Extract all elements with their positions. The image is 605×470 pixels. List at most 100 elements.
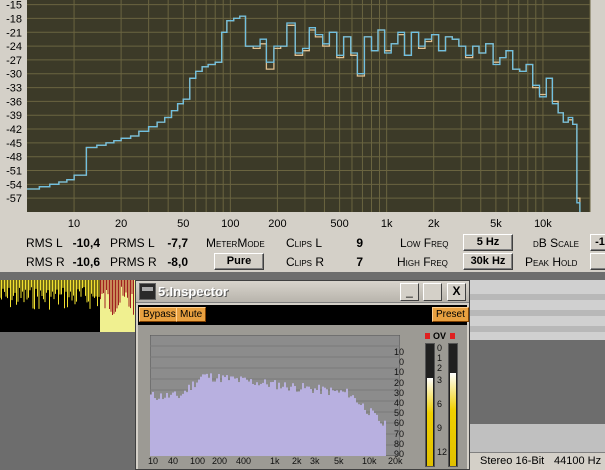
inspector-db-tick: 10: [393, 367, 404, 378]
db-tick-label: -45: [6, 138, 22, 150]
inspector-db-tick: 80: [393, 438, 404, 449]
meter-mode-button[interactable]: Pure: [214, 253, 264, 270]
freq-tick-label: 2k: [428, 218, 440, 230]
level-meter-fill: [450, 373, 456, 466]
rms-l-label: RMS L: [26, 236, 63, 250]
rms-r-value: -10,6: [72, 255, 100, 269]
level-meter-tick: 3: [437, 375, 443, 385]
clips-r-value: 7: [356, 255, 363, 269]
inspector-db-tick: 0: [398, 357, 404, 368]
status-rate: 44100 Hz: [554, 455, 602, 467]
inspector-freq-axis: 10 40 100 200 400 1k 2k 3k 5k 10k 20k: [146, 456, 406, 468]
track-row: [470, 310, 605, 316]
db-tick-label: -57: [6, 193, 22, 205]
daw-window: -15 -18 -21 -24 -27 -30 -33 -36 -39 -42 -45 -48 -51-…: [0, 0, 605, 470]
db-tick-label: -39: [6, 110, 22, 122]
inspector-freq-tick: 1k: [270, 456, 280, 466]
rms-l-value: -10,4: [72, 236, 100, 250]
db-tick-label: -51: [6, 166, 22, 178]
inspector-db-tick: 90: [393, 449, 404, 459]
level-meter-tick: 0: [437, 343, 443, 353]
freq-tick-label: 1k: [381, 218, 393, 230]
inspector-db-tick: 50: [393, 408, 404, 419]
inspector-freq-tick: 5k: [334, 456, 344, 466]
close-button[interactable]: X: [447, 283, 466, 301]
db-tick-label: -54: [6, 179, 22, 191]
track-row: [470, 326, 605, 332]
preset-button[interactable]: Preset: [432, 307, 469, 322]
inspector-freq-tick: 10k: [362, 456, 377, 466]
inspector-freq-tick: 2k: [292, 456, 302, 466]
freq-tick-label: 20: [115, 218, 127, 230]
maximize-button[interactable]: [423, 283, 442, 301]
freq-tick-label: 10: [68, 218, 80, 230]
peak-hold-button[interactable]: [590, 253, 605, 270]
freq-tick-label: 50: [177, 218, 189, 230]
inspector-title: 5:Inspector: [158, 284, 229, 299]
db-tick-label: -42: [6, 124, 22, 136]
mute-button[interactable]: Mute: [176, 307, 207, 322]
high-freq-button[interactable]: 30k Hz: [463, 253, 513, 270]
freq-tick-label: 100: [221, 218, 239, 230]
inspector-window: 5:Inspector _ X Bypass Mute Preset 10 40 1…: [135, 280, 470, 470]
low-freq-label: Low Freq: [400, 236, 449, 250]
analyzer-controls: RMS L -10,4 RMS R -10,6 PRMS L -7,7 PRMS…: [0, 232, 605, 272]
inspector-toolbar: Bypass Mute Preset: [138, 305, 469, 325]
db-tick-label: -15: [6, 0, 22, 12]
inspector-db-tick: 70: [393, 428, 404, 439]
level-meter-tick: 1: [437, 353, 443, 363]
bypass-button[interactable]: Bypass: [139, 307, 180, 322]
level-meters: OV 0 1 2 3 6 9 12: [423, 331, 463, 469]
level-meter-fill: [427, 378, 433, 466]
inspector-freq-tick: 40: [168, 456, 179, 466]
inspector-panel: 10 40 100 200 400 1k 2k 3k 5k 10k 20k 10 0 10 20 30 40 5…: [138, 325, 467, 469]
inspector-freq-tick: 200: [212, 456, 228, 466]
freq-tick-label: 500: [330, 218, 348, 230]
inspector-db-tick: 20: [393, 377, 404, 388]
peak-hold-label: Peak Hold: [525, 255, 578, 269]
prms-r-label: PRMS R: [110, 255, 157, 269]
db-scale-button[interactable]: -1: [590, 234, 605, 251]
prms-r-value: -8,0: [167, 255, 188, 269]
inspector-freq-tick: 3k: [310, 456, 320, 466]
level-meter-right: [448, 343, 458, 467]
inspector-freq-tick: 400: [236, 456, 252, 466]
clips-r-label: Clips R: [286, 255, 325, 269]
meter-mode-label: MeterMode: [206, 236, 265, 250]
ov-led-left: [425, 333, 430, 339]
inspector-freq-tick: 100: [190, 456, 206, 466]
db-scale-label: dB Scale: [533, 236, 580, 250]
db-tick-label: -18: [6, 13, 22, 25]
waveform-strip[interactable]: [0, 280, 135, 332]
high-freq-label: High Freq: [397, 255, 448, 269]
level-meter-tick: 2: [437, 363, 443, 373]
inspector-db-tick: 60: [393, 418, 404, 429]
inspector-titlebar[interactable]: 5:Inspector _ X: [136, 281, 469, 303]
db-tick-label: -24: [6, 41, 22, 53]
low-freq-button[interactable]: 5 Hz: [463, 234, 513, 251]
db-tick-label: -21: [6, 27, 22, 39]
spectrum-analyzer: -15 -18 -21 -24 -27 -30 -33 -36 -39 -42 -45 -48 -51-…: [0, 0, 605, 258]
db-tick-label: -27: [6, 55, 22, 67]
level-meter-tick: 6: [437, 399, 443, 409]
minimize-button[interactable]: _: [400, 283, 419, 301]
inspector-db-tick: 10: [393, 347, 404, 357]
ov-label: OV: [433, 331, 447, 341]
clips-l-label: Clips L: [286, 236, 323, 250]
clips-l-value: 9: [356, 236, 363, 250]
prms-l-value: -7,7: [167, 236, 188, 250]
inspector-freq-tick: 10: [148, 456, 159, 466]
ov-led-right: [450, 333, 455, 339]
analyzer-graph: -15-18-21-24-27-30-33-36-39-42-45-48-51-…: [0, 0, 605, 232]
plugin-logo-icon: [139, 283, 156, 300]
db-tick-label: -33: [6, 83, 22, 95]
level-meter-tick: 12: [437, 447, 448, 457]
freq-tick-label: 10k: [534, 218, 552, 230]
track-area[interactable]: [470, 280, 605, 340]
status-format: Stereo 16-Bit: [480, 455, 545, 467]
freq-tick-label: 200: [268, 218, 286, 230]
db-tick-label: -36: [6, 96, 22, 108]
inspector-spectrum: [150, 335, 400, 456]
db-tick-label: -30: [6, 69, 22, 81]
inspector-db-tick: 30: [393, 387, 404, 398]
